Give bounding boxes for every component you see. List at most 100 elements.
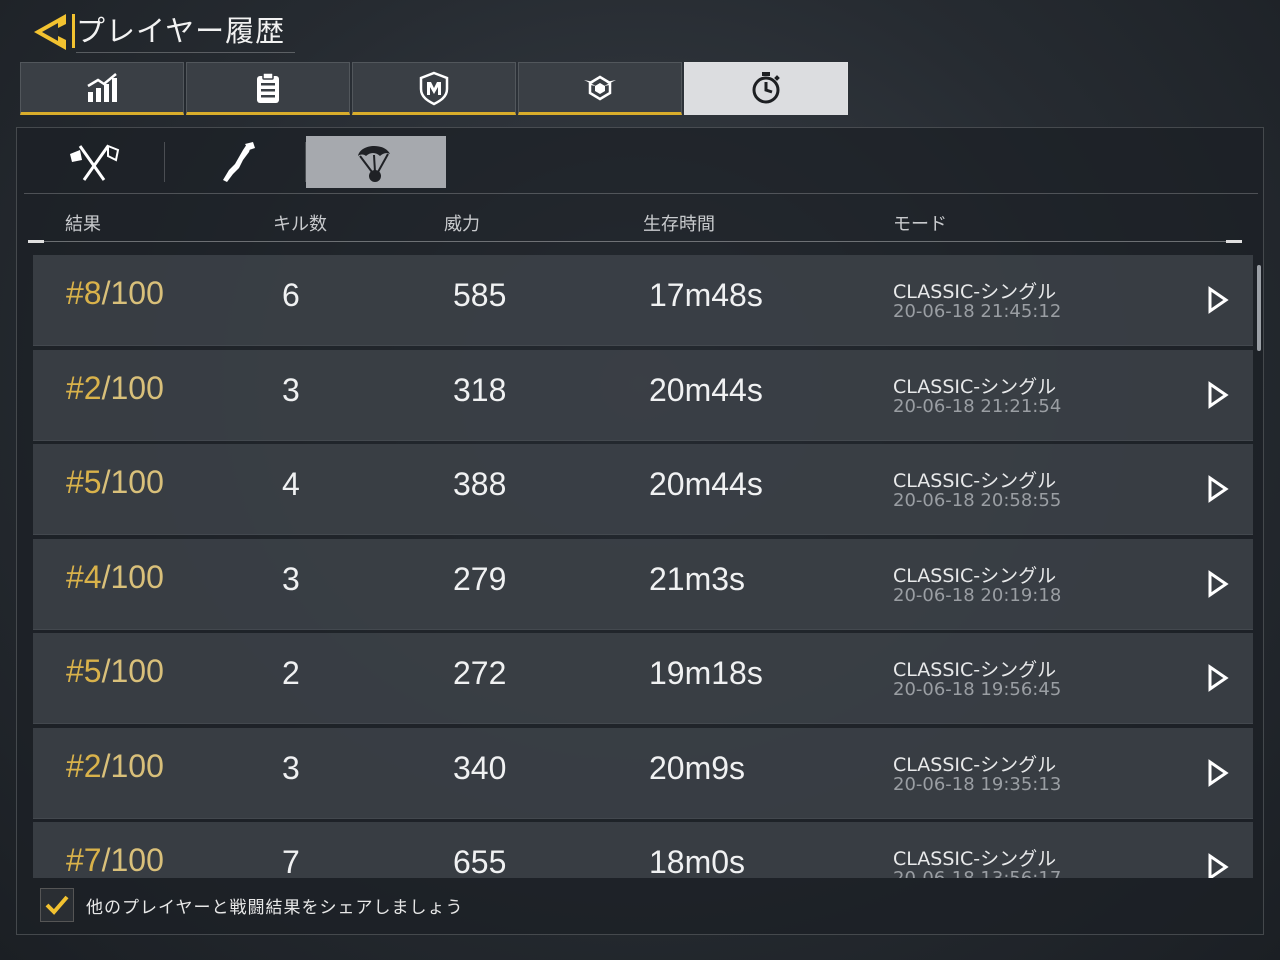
rank-total: /100 — [101, 842, 164, 878]
rank-total: /100 — [101, 275, 164, 311]
tab-history[interactable] — [684, 62, 848, 115]
page-title: プレイヤー履歴 — [76, 8, 296, 53]
rank-total: /100 — [101, 653, 164, 689]
mode-value: CLASSIC-シングル — [893, 375, 1057, 398]
clipboard-icon — [257, 71, 279, 103]
rank-total: /100 — [101, 747, 164, 784]
header-divider-cap — [1226, 240, 1242, 243]
rank-value: #8 — [66, 275, 102, 311]
play-arrow-icon[interactable] — [1207, 853, 1229, 878]
power-value: 279 — [453, 560, 507, 597]
crossed-weapons-icon — [70, 144, 120, 181]
history-row[interactable]: #2/100 3 318 20m44s CLASSIC-シングル 20-06-1… — [33, 349, 1253, 441]
rank-result: #2/100 — [66, 370, 164, 407]
survival-value: 19m18s — [649, 655, 763, 691]
rank-result: #2/100 — [66, 748, 164, 785]
parachute-icon — [358, 145, 390, 182]
kills-value: 3 — [282, 371, 300, 408]
kills-value: 6 — [282, 277, 300, 313]
play-arrow-icon[interactable] — [1207, 569, 1229, 598]
tab-emblem[interactable] — [518, 62, 682, 115]
rank-value: #2 — [66, 747, 102, 784]
history-list[interactable]: #8/100 6 585 17m48s CLASSIC-シングル 20-06-1… — [33, 255, 1253, 878]
match-date: 20-06-18 19:56:45 — [893, 679, 1062, 700]
mode-value: CLASSIC-シングル — [893, 848, 1057, 870]
survival-value: 18m0s — [649, 844, 746, 878]
kills-value: 2 — [282, 655, 300, 691]
match-date: 20-06-18 20:58:55 — [893, 490, 1062, 511]
rank-value: #4 — [66, 558, 102, 595]
sub-tabs — [24, 136, 446, 188]
share-label: 他のプレイヤーと戦闘結果をシェアしましょう — [86, 897, 464, 918]
header-survival: 生存時間 — [643, 214, 715, 235]
rank-result: #7/100 — [66, 842, 164, 878]
power-value: 655 — [453, 844, 507, 878]
mode-value: CLASSIC-シングル — [893, 659, 1057, 681]
mode-value: CLASSIC-シングル — [893, 564, 1057, 587]
header-divider — [30, 241, 1240, 242]
rank-result: #4/100 — [66, 559, 164, 596]
mode-value: CLASSIC-シングル — [893, 753, 1057, 776]
power-value: 388 — [453, 466, 507, 502]
back-arrow-icon — [34, 14, 66, 50]
subtab-drop[interactable] — [306, 136, 446, 188]
survival-value: 20m44s — [649, 371, 763, 408]
subtab-melee[interactable] — [165, 136, 305, 188]
tab-records[interactable] — [186, 62, 350, 115]
play-arrow-icon[interactable] — [1207, 664, 1229, 692]
tab-badges[interactable] — [352, 62, 516, 115]
shield-badge-icon — [419, 71, 449, 105]
winged-emblem-icon — [584, 75, 616, 100]
power-value: 585 — [453, 277, 507, 313]
survival-value: 21m3s — [649, 560, 746, 597]
list-scrollbar[interactable] — [1257, 265, 1261, 351]
match-date: 20-06-18 21:45:12 — [893, 301, 1062, 322]
play-arrow-icon[interactable] — [1207, 380, 1229, 409]
history-row[interactable]: #7/100 7 655 18m0s CLASSIC-シングル 20-06-18… — [33, 822, 1253, 878]
header-mode: モード — [893, 214, 947, 235]
history-row[interactable]: #2/100 3 340 20m9s CLASSIC-シングル 20-06-18… — [33, 727, 1253, 819]
play-arrow-icon[interactable] — [1207, 758, 1229, 787]
match-date: 20-06-18 21:21:54 — [893, 395, 1062, 417]
history-row[interactable]: #5/100 2 272 19m18s CLASSIC-シングル 20-06-1… — [33, 633, 1253, 724]
match-date: 20-06-18 19:35:13 — [893, 773, 1062, 795]
title-accent-bar — [72, 14, 75, 48]
subtab-weapons[interactable] — [24, 136, 164, 188]
stats-chart-icon — [87, 72, 117, 102]
back-button[interactable] — [28, 10, 78, 54]
share-toggle[interactable]: 他のプレイヤーと戦闘結果をシェアしましょう — [40, 888, 464, 922]
kills-value: 4 — [282, 466, 300, 502]
rank-total: /100 — [101, 369, 164, 406]
survival-value: 20m9s — [649, 749, 746, 786]
checkmark-icon — [45, 895, 69, 915]
play-arrow-icon[interactable] — [1207, 286, 1229, 314]
rank-result: #5/100 — [66, 653, 164, 690]
survival-value: 17m48s — [649, 277, 763, 313]
history-row[interactable]: #8/100 6 585 17m48s CLASSIC-シングル 20-06-1… — [33, 255, 1253, 346]
survival-value: 20m44s — [649, 466, 763, 502]
main-tabs — [20, 62, 848, 115]
rank-value: #2 — [66, 369, 102, 406]
header-power: 威力 — [444, 214, 480, 235]
header-divider-cap — [28, 240, 44, 243]
rank-value: #7 — [66, 842, 102, 878]
header-kills: キル数 — [273, 214, 327, 235]
kills-value: 7 — [282, 844, 300, 878]
match-date: 20-06-18 20:19:18 — [893, 584, 1062, 606]
power-value: 272 — [453, 655, 507, 691]
play-arrow-icon[interactable] — [1207, 475, 1229, 503]
kills-value: 3 — [282, 560, 300, 597]
subtab-underline — [24, 193, 1258, 194]
power-value: 340 — [453, 749, 507, 786]
stopwatch-icon — [752, 71, 780, 103]
header-result: 結果 — [65, 214, 101, 235]
rank-value: #5 — [66, 653, 102, 689]
rank-total: /100 — [101, 558, 164, 595]
history-row[interactable]: #4/100 3 279 21m3s CLASSIC-シングル 20-06-18… — [33, 538, 1253, 630]
mode-value: CLASSIC-シングル — [893, 470, 1057, 492]
tab-stats[interactable] — [20, 62, 184, 115]
kills-value: 3 — [282, 749, 300, 786]
power-value: 318 — [453, 371, 507, 408]
share-checkbox[interactable] — [40, 888, 74, 922]
history-row[interactable]: #5/100 4 388 20m44s CLASSIC-シングル 20-06-1… — [33, 444, 1253, 535]
